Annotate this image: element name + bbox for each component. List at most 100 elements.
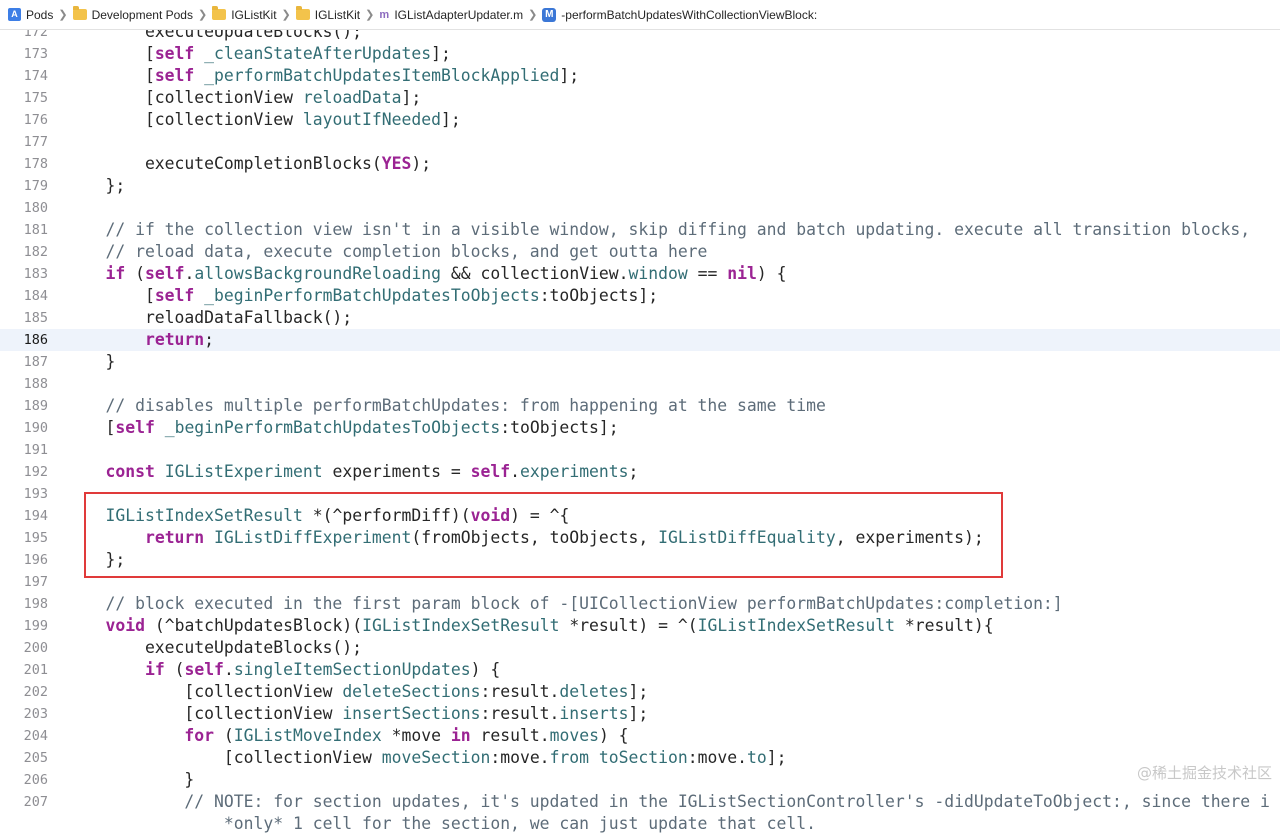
line-number: 195 bbox=[23, 530, 48, 546]
code-text: return; bbox=[66, 329, 214, 351]
code-token: } bbox=[66, 352, 116, 371]
code-line[interactable]: *only* 1 cell for the section, we can ju… bbox=[0, 813, 1280, 835]
breadcrumb-item-0[interactable]: A Pods bbox=[8, 8, 53, 22]
code-line[interactable]: 183 if (self.allowsBackgroundReloading &… bbox=[0, 263, 1280, 285]
breadcrumb-item-4[interactable]: m IGListAdapterUpdater.m bbox=[379, 8, 523, 22]
code-line[interactable]: 185 reloadDataFallback(); bbox=[0, 307, 1280, 329]
code-line[interactable]: 206 } bbox=[0, 769, 1280, 791]
line-number: 178 bbox=[23, 156, 48, 172]
code-line[interactable]: 202 [collectionView deleteSections:resul… bbox=[0, 681, 1280, 703]
code-token: [ bbox=[66, 44, 155, 63]
line-number: 175 bbox=[23, 90, 48, 106]
code-token: ]; bbox=[441, 110, 461, 129]
code-token: ) { bbox=[598, 726, 629, 745]
chevron-right-icon: ❯ bbox=[281, 9, 291, 21]
code-line[interactable]: 205 [collectionView moveSection:move.fro… bbox=[0, 747, 1280, 769]
code-token: IGListIndexSetResult bbox=[697, 616, 895, 635]
chevron-right-icon: ❯ bbox=[365, 9, 375, 21]
code-token: ]; bbox=[766, 748, 787, 767]
code-line[interactable]: 182 // reload data, execute completion b… bbox=[0, 241, 1280, 263]
code-line[interactable]: 174 [self _performBatchUpdatesItemBlockA… bbox=[0, 65, 1280, 87]
code-line[interactable]: 186 return; bbox=[0, 329, 1280, 351]
code-line[interactable]: 204 for (IGListMoveIndex *move in result… bbox=[0, 725, 1280, 747]
code-token: executeUpdateBlocks(); bbox=[66, 638, 363, 657]
breadcrumb-item-5[interactable]: M -performBatchUpdatesWithCollectionViewB… bbox=[542, 7, 818, 22]
line-number: 186 bbox=[23, 332, 48, 348]
code-line[interactable]: 187 } bbox=[0, 351, 1280, 373]
line-number: 188 bbox=[23, 376, 48, 392]
code-line[interactable]: 207 // NOTE: for section updates, it's u… bbox=[0, 791, 1280, 813]
code-line[interactable]: 177 bbox=[0, 131, 1280, 153]
code-line[interactable]: 198 // block executed in the first param… bbox=[0, 593, 1280, 615]
line-number: 185 bbox=[23, 310, 48, 326]
code-text: }; bbox=[66, 175, 125, 197]
code-line[interactable]: 172 executeUpdateBlocks(); bbox=[0, 30, 1280, 43]
code-text: [collectionView deleteSections:result.de… bbox=[66, 681, 648, 703]
code-token: moveSection bbox=[381, 748, 491, 767]
code-token: ( bbox=[214, 726, 234, 745]
code-line[interactable]: 173 [self _cleanStateAfterUpdates]; bbox=[0, 43, 1280, 65]
code-token: singleItemSectionUpdates bbox=[233, 660, 471, 679]
code-token: reloadDataFallback(); bbox=[66, 308, 353, 327]
code-line[interactable]: 190 [self _beginPerformBatchUpdatesToObj… bbox=[0, 417, 1280, 439]
code-line[interactable]: 189 // disables multiple performBatchUpd… bbox=[0, 395, 1280, 417]
code-token: deleteSections bbox=[342, 682, 481, 701]
code-text: executeCompletionBlocks(YES); bbox=[66, 153, 431, 175]
code-token: self bbox=[154, 44, 195, 63]
code-token: self bbox=[154, 66, 195, 85]
code-line[interactable]: 176 [collectionView layoutIfNeeded]; bbox=[0, 109, 1280, 131]
code-line[interactable]: 192 const IGListExperiment experiments =… bbox=[0, 461, 1280, 483]
code-text: const IGListExperiment experiments = sel… bbox=[66, 461, 638, 483]
code-line[interactable]: 181 // if the collection view isn't in a… bbox=[0, 219, 1280, 241]
code-line[interactable]: 179 }; bbox=[0, 175, 1280, 197]
code-line[interactable]: 201 if (self.singleItemSectionUpdates) { bbox=[0, 659, 1280, 681]
code-line[interactable]: 191 bbox=[0, 439, 1280, 461]
code-text: [collectionView insertSections:result.in… bbox=[66, 703, 648, 725]
code-text: [self _cleanStateAfterUpdates]; bbox=[66, 43, 451, 65]
line-number: 174 bbox=[23, 68, 48, 84]
code-text: [collectionView moveSection:move.from to… bbox=[66, 747, 787, 769]
code-token: _beginPerformBatchUpdatesToObjects bbox=[204, 286, 540, 305]
code-line[interactable]: 203 [collectionView insertSections:resul… bbox=[0, 703, 1280, 725]
code-line[interactable]: 199 void (^batchUpdatesBlock)(IGListInde… bbox=[0, 615, 1280, 637]
code-line[interactable]: 180 bbox=[0, 197, 1280, 219]
code-token: // disables multiple performBatchUpdates… bbox=[66, 396, 826, 415]
code-text: executeUpdateBlocks(); bbox=[66, 637, 362, 659]
code-token: ]; bbox=[628, 704, 649, 723]
breadcrumb-item-2[interactable]: IGListKit bbox=[212, 6, 277, 22]
line-number: 179 bbox=[23, 178, 48, 194]
code-editor[interactable]: 172 executeUpdateBlocks(); 173 [self _cle… bbox=[0, 30, 1280, 840]
code-token: deletes bbox=[559, 682, 629, 701]
code-token: toSection bbox=[598, 748, 688, 767]
code-token: IGListMoveIndex bbox=[233, 726, 382, 745]
code-token: from bbox=[549, 748, 590, 767]
code-line[interactable]: 200 executeUpdateBlocks(); bbox=[0, 637, 1280, 659]
line-number: 200 bbox=[23, 640, 48, 656]
line-number: 201 bbox=[23, 662, 48, 678]
code-line[interactable]: 178 executeCompletionBlocks(YES); bbox=[0, 153, 1280, 175]
code-text: [collectionView reloadData]; bbox=[66, 87, 421, 109]
code-token: experiments = bbox=[322, 462, 471, 481]
breadcrumb-label: IGListAdapterUpdater.m bbox=[394, 7, 524, 22]
breadcrumb-label: -performBatchUpdatesWithCollectionViewBl… bbox=[561, 7, 818, 22]
code-token: self bbox=[470, 462, 511, 481]
breadcrumb-item-3[interactable]: IGListKit bbox=[295, 6, 360, 22]
code-line[interactable]: 184 [self _beginPerformBatchUpdatesToObj… bbox=[0, 285, 1280, 307]
code-token: const bbox=[105, 462, 155, 481]
code-token: *move bbox=[381, 726, 451, 745]
code-line[interactable]: 175 [collectionView reloadData]; bbox=[0, 87, 1280, 109]
jump-bar: A Pods ❯ Development Pods ❯ IGListKit ❯ IGListK… bbox=[0, 0, 1280, 30]
code-token: executeUpdateBlocks(); bbox=[66, 30, 363, 41]
code-token: result. bbox=[470, 726, 550, 745]
line-number: 206 bbox=[23, 772, 48, 788]
code-token: [collectionView bbox=[66, 704, 343, 723]
code-text: void (^batchUpdatesBlock)(IGListIndexSet… bbox=[66, 615, 993, 637]
code-token: if bbox=[144, 660, 165, 679]
code-token: // reload data, execute completion block… bbox=[66, 242, 708, 261]
code-line[interactable]: 188 bbox=[0, 373, 1280, 395]
breadcrumb-item-1[interactable]: Development Pods bbox=[72, 6, 193, 22]
code-token: ]; bbox=[431, 44, 451, 63]
code-token: . bbox=[223, 660, 234, 679]
